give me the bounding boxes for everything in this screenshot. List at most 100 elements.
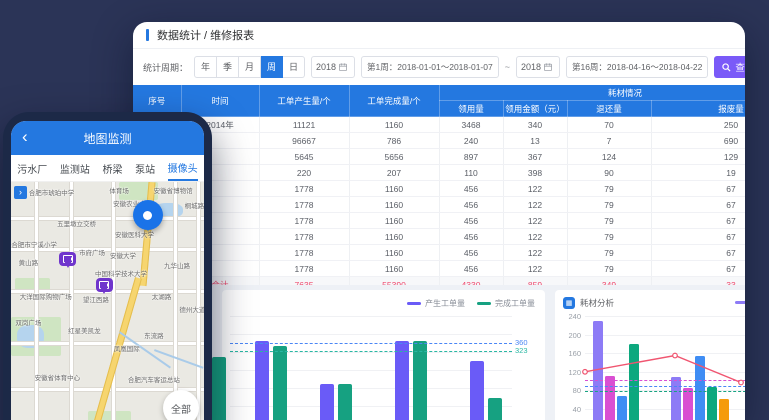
cell-value: 1778 xyxy=(259,213,349,229)
left-chart-plot: 360323 xyxy=(230,316,512,420)
start-week-input[interactable]: 第1周：2018-01-01～2018-01-07 xyxy=(361,56,499,78)
cell-value: 5656 xyxy=(349,149,439,165)
camera-marker[interactable] xyxy=(59,252,76,266)
chart-bar xyxy=(413,341,427,420)
end-week-input[interactable]: 第16周：2018-04-16～2018-04-22 xyxy=(566,56,708,78)
consumable-trend-line xyxy=(585,316,745,420)
chart-bar xyxy=(255,341,269,420)
table-row: 296667786240137690 xyxy=(133,133,745,149)
col-header-sub-3: 退还量 xyxy=(567,101,651,117)
search-button[interactable]: 查询 xyxy=(714,56,745,78)
phone-tab-桥梁[interactable]: 桥梁 xyxy=(102,156,122,180)
workorder-chart-card: 产生工单量 完成工单量 360323 xyxy=(222,290,545,420)
cell-value: 1160 xyxy=(349,181,439,197)
table-row: 356455656897367124129 xyxy=(133,149,745,165)
cell-value: 240 xyxy=(439,133,503,149)
start-year-select[interactable]: 2018 xyxy=(311,56,355,78)
phone-tab-泵站[interactable]: 泵站 xyxy=(135,156,155,180)
charts-strip: 产生工单量完成工单量 360323 ▦ 耗材分析 240200160120804… xyxy=(133,285,745,420)
table-row: 5177811604561227967 xyxy=(133,181,745,197)
legend-item[interactable]: 产生工单量 xyxy=(407,298,465,309)
start-week-value: 第1周：2018-01-01～2018-01-07 xyxy=(367,61,493,73)
cell-value: 897 xyxy=(439,149,503,165)
period-option-周[interactable]: 周 xyxy=(261,56,283,78)
report-table: 序号 时间 工单产生量/个 工单完成量/个 耗材情况 领用量 领用金额（元） 退… xyxy=(133,85,745,309)
cell-value: 122 xyxy=(503,197,567,213)
map-label: 红星美凯龙 xyxy=(68,325,101,335)
cell-value: 96667 xyxy=(259,133,349,149)
cell-value: 456 xyxy=(439,197,503,213)
period-option-季[interactable]: 季 xyxy=(217,56,239,78)
cell-value: 1778 xyxy=(259,261,349,277)
show-all-button[interactable]: 全部 xyxy=(163,390,199,420)
legend-item[interactable]: 完成工单量 xyxy=(477,298,535,309)
chart-bar xyxy=(320,384,334,420)
y-axis-tick: 80 xyxy=(559,386,581,395)
back-icon[interactable]: ‹ xyxy=(22,126,28,148)
table-row: 42202071103989019 xyxy=(133,165,745,181)
cell-value: 67 xyxy=(651,229,745,245)
chart-bar xyxy=(212,357,226,420)
cell-value: 786 xyxy=(349,133,439,149)
period-option-年[interactable]: 年 xyxy=(194,56,217,78)
period-option-日[interactable]: 日 xyxy=(283,56,305,78)
cell-value: 67 xyxy=(651,261,745,277)
y-axis-tick: 120 xyxy=(559,368,581,377)
legend-label: 完成工单量 xyxy=(495,298,535,309)
camera-marker[interactable] xyxy=(96,278,113,292)
map-label: 五里墩立交桥 xyxy=(57,218,96,228)
end-year-select[interactable]: 2018 xyxy=(516,56,560,78)
table-row: 7177811604561227967 xyxy=(133,213,745,229)
phone-header: ‹ 地图监测 xyxy=(11,121,204,155)
chart-bar xyxy=(273,346,287,420)
start-year-value: 2018 xyxy=(316,62,336,72)
map-view[interactable]: 合肥市琥珀中学体育场安徽农业大学安徽省博物馆桐城路五里墩立交桥合肥市宁溪小学安徽… xyxy=(11,182,204,420)
phone-tabs: 污水厂监测站桥梁泵站摄像头 xyxy=(11,155,204,182)
map-label: 桐城路 xyxy=(185,200,204,210)
cell-value: 67 xyxy=(651,181,745,197)
phone-tab-监测站[interactable]: 监测站 xyxy=(60,156,90,180)
map-label: 合肥市琥珀中学 xyxy=(29,187,75,197)
col-header-time: 时间 xyxy=(181,85,259,117)
cell-value: 79 xyxy=(567,197,651,213)
cell-value: 1160 xyxy=(349,229,439,245)
selected-site-pin[interactable] xyxy=(133,200,163,230)
map-label: 合肥市宁溪小学 xyxy=(11,239,57,249)
cell-value: 340 xyxy=(503,117,567,133)
breadcrumb: 数据统计 / 维修报表 xyxy=(133,22,745,49)
map-road xyxy=(111,182,116,420)
phone-tab-摄像头[interactable]: 摄像头 xyxy=(168,155,198,181)
map-label: 安徽大学 xyxy=(110,250,136,260)
period-option-月[interactable]: 月 xyxy=(239,56,261,78)
cell-value: 250 xyxy=(651,117,745,133)
expand-button[interactable]: › xyxy=(14,186,27,199)
right-chart-plot: 2402001601208040 xyxy=(585,316,745,420)
camera-icon xyxy=(63,255,73,263)
end-year-value: 2018 xyxy=(521,62,541,72)
cell-value: 67 xyxy=(651,245,745,261)
cell-value: 19 xyxy=(651,165,745,181)
map-label: 市府广场 xyxy=(79,247,105,257)
cell-value: 456 xyxy=(439,181,503,197)
col-header-sub-4: 报废量 xyxy=(651,101,745,117)
phone-screen: ‹ 地图监测 污水厂监测站桥梁泵站摄像头 xyxy=(11,121,204,420)
period-segmented-control: 年季月周日 xyxy=(194,56,305,78)
phone-tab-污水厂[interactable]: 污水厂 xyxy=(17,156,47,180)
gridline xyxy=(230,334,512,335)
cell-value: 456 xyxy=(439,261,503,277)
range-separator: ~ xyxy=(505,62,510,72)
cell-value: 79 xyxy=(567,261,651,277)
map-label: 双岗广场 xyxy=(15,317,41,327)
cell-value: 11121 xyxy=(259,117,349,133)
y-axis-tick: 160 xyxy=(559,349,581,358)
map-label: 安徽省体育中心 xyxy=(35,372,81,382)
map-label: 凤凰国际 xyxy=(114,343,140,353)
cell-value: 13 xyxy=(503,133,567,149)
legend-label: 产生工单量 xyxy=(425,298,465,309)
cell-value: 456 xyxy=(439,245,503,261)
chart-icon: ▦ xyxy=(563,297,575,309)
map-label: 中国科学技术大学 xyxy=(95,268,147,278)
cell-value: 7 xyxy=(567,133,651,149)
cell-value: 122 xyxy=(503,245,567,261)
calendar-icon xyxy=(339,63,347,71)
